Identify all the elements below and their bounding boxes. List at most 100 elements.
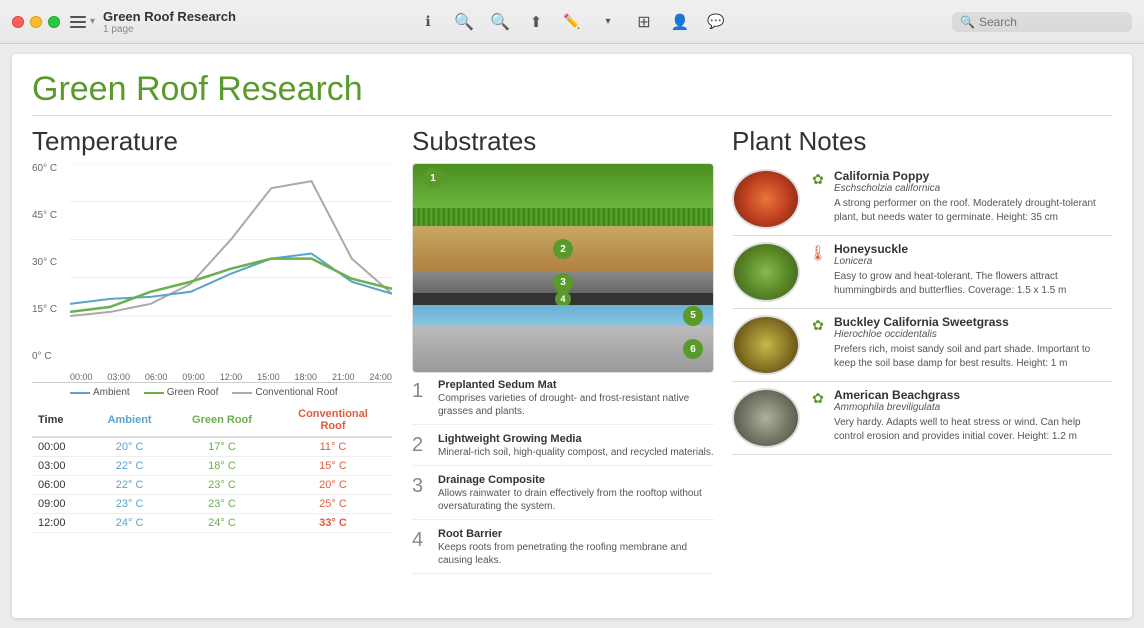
legend-green-roof: Green Roof [144, 387, 219, 398]
cell-green: 23° C [170, 495, 274, 514]
plant-name: Buckley California Sweetgrass [834, 315, 1112, 329]
substrates-title: Substrates [412, 126, 714, 157]
temperature-table: Time Ambient Green Roof ConventionalRoof… [32, 404, 392, 533]
table-row: 12:00 24° C 24° C 33° C [32, 514, 392, 533]
cell-time: 06:00 [32, 476, 89, 495]
substrate-desc: Allows rainwater to drain effectively fr… [438, 487, 714, 513]
cell-ambient: 24° C [89, 514, 170, 533]
substrate-number: 2 [412, 433, 434, 459]
plant-notes-column: Plant Notes ✿ California Poppy Eschschol… [732, 126, 1112, 610]
plant-image [732, 242, 800, 302]
close-button[interactable] [12, 16, 24, 28]
temperature-column: Temperature 60° C 45° C 30° C 15° C 0° C [32, 126, 402, 610]
plant-image [732, 315, 800, 375]
substrate-desc: Mineral-rich soil, high-quality compost,… [438, 446, 714, 459]
thermometer-icon: 🌡 [808, 244, 827, 262]
chevron-down-icon[interactable]: ▾ [90, 16, 95, 27]
titlebar: ▾ Green Roof Research 1 page ℹ 🔍 🔍 ⬆ ✏️ … [0, 0, 1144, 44]
add-page-icon[interactable]: ⊞ [635, 13, 653, 31]
green-roof-line-icon [144, 392, 164, 394]
cell-time: 12:00 [32, 514, 89, 533]
search-icon: 🔍 [960, 15, 975, 29]
cell-conv: 25° C [274, 495, 392, 514]
legend-ambient: Ambient [70, 387, 130, 398]
plant-latin: Ammophila breviligulata [834, 402, 1112, 413]
badge-2: 2 [553, 239, 573, 259]
share-icon[interactable]: ⬆ [527, 13, 545, 31]
temperature-chart: 60° C 45° C 30° C 15° C 0° C [32, 163, 392, 383]
plant-info: Honeysuckle Lonicera Easy to grow and he… [834, 242, 1112, 297]
plant-type-icon: 🌡 [808, 242, 828, 262]
three-column-layout: Temperature 60° C 45° C 30° C 15° C 0° C [32, 126, 1112, 610]
cell-green: 18° C [170, 457, 274, 476]
doc-pages: 1 page [103, 24, 236, 35]
plant-name: California Poppy [834, 169, 1112, 183]
ambient-line-icon [70, 392, 90, 394]
fullscreen-button[interactable] [48, 16, 60, 28]
conventional-label: Conventional Roof [255, 387, 337, 398]
minimize-button[interactable] [30, 16, 42, 28]
substrate-item: 4 Root Barrier Keeps roots from penetrat… [412, 528, 714, 574]
layer-4-root: 4 [413, 293, 713, 305]
chart-x-axis: 00:0003:0006:0009:00 12:0015:0018:0021:0… [70, 372, 392, 382]
substrate-content: Drainage Composite Allows rainwater to d… [438, 474, 714, 513]
zoom-in-icon[interactable]: 🔍 [491, 13, 509, 31]
plant-item: ✿ American Beachgrass Ammophila brevilig… [732, 382, 1112, 455]
plant-item: ✿ California Poppy Eschscholzia californ… [732, 163, 1112, 236]
snowflake-icon: ✿ [812, 171, 824, 188]
col-conv: ConventionalRoof [274, 404, 392, 437]
table-row: 09:00 23° C 23° C 25° C [32, 495, 392, 514]
plant-item: 🌡 Honeysuckle Lonicera Easy to grow and … [732, 236, 1112, 309]
cell-conv: 15° C [274, 457, 392, 476]
snowflake-icon: ✿ [812, 317, 824, 334]
substrate-diagram: 1 2 3 4 5 6 [412, 163, 714, 373]
badge-5: 5 [683, 306, 703, 326]
y-label-60: 60° C [32, 163, 57, 174]
search-box[interactable]: 🔍 [952, 12, 1132, 32]
plant-info: Buckley California Sweetgrass Hierochloe… [834, 315, 1112, 370]
person-icon[interactable]: 👤 [671, 13, 689, 31]
comment-icon[interactable]: 💬 [707, 13, 725, 31]
pen-chevron-icon[interactable]: ▾ [599, 13, 617, 31]
chart-svg [70, 163, 392, 354]
plant-desc: Easy to grow and heat-tolerant. The flow… [834, 270, 1112, 297]
plant-info: American Beachgrass Ammophila breviligul… [834, 388, 1112, 443]
cell-green: 24° C [170, 514, 274, 533]
substrate-list: 1 Preplanted Sedum Mat Comprises varieti… [412, 379, 714, 574]
plant-item: ✿ Buckley California Sweetgrass Hierochl… [732, 309, 1112, 382]
toolbar-icons: ℹ 🔍 🔍 ⬆ ✏️ ▾ ⊞ 👤 💬 [419, 13, 725, 31]
col-green: Green Roof [170, 404, 274, 437]
page-title: Green Roof Research [32, 70, 1112, 116]
layer-5-water: 5 [413, 305, 713, 326]
plant-latin: Eschscholzia californica [834, 183, 1112, 194]
grass-icon [413, 208, 713, 226]
info-icon[interactable]: ℹ [419, 13, 437, 31]
substrate-content: Lightweight Growing Media Mineral-rich s… [438, 433, 714, 459]
zoom-out-icon[interactable]: 🔍 [455, 13, 473, 31]
sidebar-toggle-icon[interactable] [70, 16, 86, 28]
layer-3-drainage: 3 [413, 272, 713, 293]
chart-y-axis: 60° C 45° C 30° C 15° C 0° C [32, 163, 57, 362]
pen-icon[interactable]: ✏️ [563, 13, 581, 31]
table-row: 03:00 22° C 18° C 15° C [32, 457, 392, 476]
traffic-lights [12, 16, 60, 28]
search-input[interactable] [979, 15, 1124, 29]
chart-legend: Ambient Green Roof Conventional Roof [70, 387, 392, 398]
substrate-title: Preplanted Sedum Mat [438, 379, 714, 391]
substrate-item: 2 Lightweight Growing Media Mineral-rich… [412, 433, 714, 466]
green-roof-label: Green Roof [167, 387, 219, 398]
cell-time: 03:00 [32, 457, 89, 476]
ambient-label: Ambient [93, 387, 130, 398]
plant-desc: Prefers rich, moist sandy soil and part … [834, 343, 1112, 370]
badge-6: 6 [683, 339, 703, 359]
plant-desc: Very hardy. Adapts well to heat stress o… [834, 416, 1112, 443]
substrate-number: 1 [412, 379, 434, 418]
plant-photo [732, 315, 800, 375]
plant-image [732, 169, 800, 229]
doc-info: Green Roof Research 1 page [103, 9, 236, 35]
substrate-item: 1 Preplanted Sedum Mat Comprises varieti… [412, 379, 714, 425]
substrate-desc: Keeps roots from penetrating the roofing… [438, 541, 714, 567]
cell-ambient: 22° C [89, 476, 170, 495]
col-ambient: Ambient [89, 404, 170, 437]
y-label-0: 0° C [32, 351, 57, 362]
